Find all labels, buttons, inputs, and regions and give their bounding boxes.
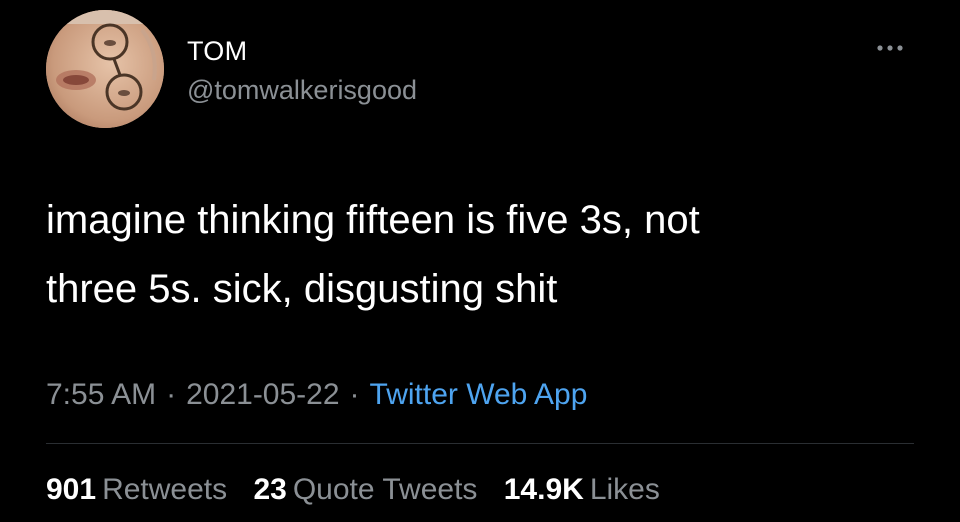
quote-tweets-label: Quote Tweets — [292, 473, 478, 506]
retweets-stat[interactable]: 901 Retweets — [46, 472, 227, 508]
tweet-source-link[interactable]: Twitter Web App — [370, 378, 588, 411]
likes-label: Likes — [589, 473, 660, 506]
tweet-text: imagine thinking fifteen is five 3s, not… — [46, 186, 906, 324]
more-horizontal-icon — [877, 45, 903, 51]
tweet-card: TOM @tomwalkerisgood imagine thinking fi… — [0, 0, 960, 522]
tweet-date[interactable]: 2021-05-22 — [186, 378, 339, 411]
quote-tweets-stat[interactable]: 23 Quote Tweets — [253, 472, 477, 508]
meta-separator: · — [166, 378, 177, 411]
retweets-label: Retweets — [102, 473, 228, 506]
tweet-text-line: three 5s. sick, disgusting shit — [46, 267, 558, 311]
display-name[interactable]: TOM — [187, 36, 247, 66]
avatar-image — [46, 10, 164, 128]
tweet-time[interactable]: 7:55 AM — [46, 378, 156, 411]
user-handle[interactable]: @tomwalkerisgood — [187, 74, 417, 106]
tweet-meta: 7:55 AM · 2021-05-22 · Twitter Web App — [46, 377, 587, 413]
likes-count: 14.9K — [503, 473, 584, 506]
quote-tweets-count: 23 — [253, 473, 287, 506]
more-options-button[interactable] — [868, 30, 912, 66]
likes-stat[interactable]: 14.9K Likes — [504, 472, 660, 508]
engagement-stats: 901 Retweets 23 Quote Tweets 14.9K Likes — [46, 472, 678, 508]
retweets-count: 901 — [46, 473, 97, 506]
tweet-text-line: imagine thinking fifteen is five 3s, not — [46, 198, 700, 242]
meta-separator: · — [349, 378, 360, 411]
divider — [46, 443, 914, 444]
avatar[interactable] — [46, 10, 164, 128]
